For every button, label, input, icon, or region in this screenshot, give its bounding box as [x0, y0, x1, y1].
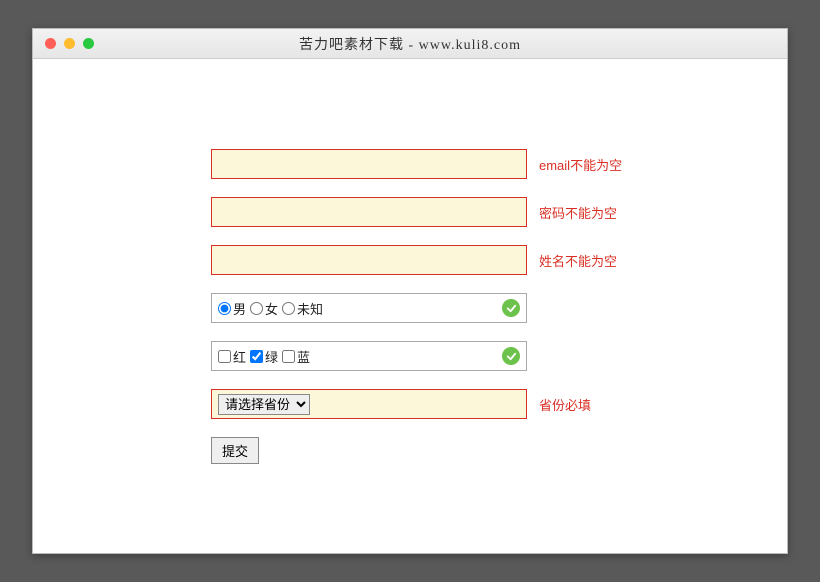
color-green-checkbox[interactable] [250, 350, 263, 363]
email-input[interactable] [218, 157, 520, 172]
province-row: 请选择省份 省份必填 [211, 389, 787, 419]
password-field-wrapper [211, 197, 527, 227]
color-green-option[interactable]: 绿 [250, 347, 278, 366]
check-icon [502, 347, 520, 365]
color-blue-option[interactable]: 蓝 [282, 347, 310, 366]
close-icon[interactable] [45, 38, 56, 49]
password-row: 密码不能为空 [211, 197, 787, 227]
color-blue-label: 蓝 [297, 347, 310, 366]
gender-male-option[interactable]: 男 [218, 299, 246, 318]
gender-female-option[interactable]: 女 [250, 299, 278, 318]
window-title: 苦力吧素材下载 - www.kuli8.com [33, 34, 787, 54]
gender-group: 男 女 未知 [211, 293, 527, 323]
color-red-label: 红 [233, 347, 246, 366]
color-red-option[interactable]: 红 [218, 347, 246, 366]
gender-unknown-label: 未知 [297, 299, 323, 318]
gender-unknown-radio[interactable] [282, 302, 295, 315]
form: email不能为空 密码不能为空 姓名不能为空 男 [211, 149, 787, 464]
password-input[interactable] [218, 205, 520, 220]
name-field-wrapper [211, 245, 527, 275]
check-icon [502, 299, 520, 317]
name-error: 姓名不能为空 [539, 251, 617, 270]
color-blue-checkbox[interactable] [282, 350, 295, 363]
minimize-icon[interactable] [64, 38, 75, 49]
gender-male-label: 男 [233, 299, 246, 318]
app-window: 苦力吧素材下载 - www.kuli8.com email不能为空 密码不能为空 [32, 28, 788, 554]
name-row: 姓名不能为空 [211, 245, 787, 275]
email-error: email不能为空 [539, 155, 622, 174]
content-area: email不能为空 密码不能为空 姓名不能为空 男 [33, 59, 787, 553]
name-input[interactable] [218, 253, 520, 268]
color-green-label: 绿 [265, 347, 278, 366]
province-error: 省份必填 [539, 395, 591, 414]
window-controls [45, 38, 94, 49]
email-row: email不能为空 [211, 149, 787, 179]
gender-female-radio[interactable] [250, 302, 263, 315]
maximize-icon[interactable] [83, 38, 94, 49]
submit-button[interactable]: 提交 [211, 437, 259, 464]
email-field-wrapper [211, 149, 527, 179]
gender-row: 男 女 未知 [211, 293, 787, 323]
color-red-checkbox[interactable] [218, 350, 231, 363]
color-group: 红 绿 蓝 [211, 341, 527, 371]
color-row: 红 绿 蓝 [211, 341, 787, 371]
titlebar: 苦力吧素材下载 - www.kuli8.com [33, 29, 787, 59]
province-field-wrapper: 请选择省份 [211, 389, 527, 419]
password-error: 密码不能为空 [539, 203, 617, 222]
submit-row: 提交 [211, 437, 787, 464]
gender-female-label: 女 [265, 299, 278, 318]
province-select[interactable]: 请选择省份 [218, 394, 310, 415]
gender-unknown-option[interactable]: 未知 [282, 299, 323, 318]
gender-male-radio[interactable] [218, 302, 231, 315]
